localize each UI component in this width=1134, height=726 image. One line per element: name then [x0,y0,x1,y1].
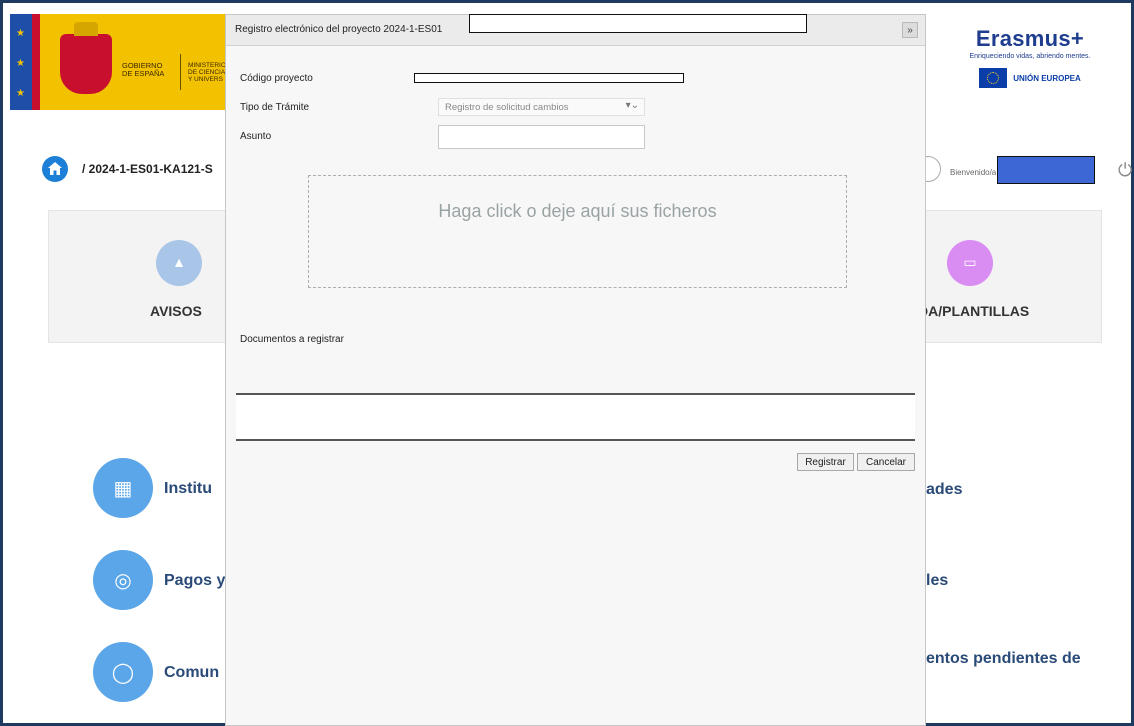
chat-icon[interactable]: ◯ [93,642,153,702]
star-icon: ★ [16,88,25,99]
building-icon[interactable]: ▦ [93,458,153,518]
tile-avisos[interactable]: AVISOS [150,303,202,319]
tramite-label: Tipo de Trámite [240,102,310,113]
user-name-redacted [997,156,1095,184]
star-icon: ★ [16,58,25,69]
ministry-text: Ministerio de Ciencia y Univers [188,62,226,83]
menu-item-pagos[interactable]: Pagos y [164,572,225,590]
codigo-value-redacted [414,73,684,83]
welcome-text: Bienvenido/a [950,168,997,177]
asunto-input[interactable] [438,125,645,149]
menu-item-comunicaciones[interactable]: Comun [164,664,219,682]
breadcrumb[interactable]: / 2024-1-ES01-KA121-S [82,162,213,176]
tramite-select-value: Registro de solicitud cambios [445,102,569,113]
eu-label: UNIÓN EUROPEA [1013,73,1081,83]
asunto-label: Asunto [240,131,272,142]
menu-item-instituciones[interactable]: Institu [164,480,212,498]
folder-icon[interactable]: ▭ [947,240,993,286]
ministry-line1: Ministerio [188,62,226,69]
gov-logo-text: Gobierno de España [122,62,164,78]
tile-plantillas[interactable]: DA/PLANTILLAS [918,303,1029,319]
power-icon[interactable]: ⏻ [1118,160,1132,181]
register-button[interactable]: Registrar [797,453,854,471]
tramite-select[interactable]: Registro de solicitud cambios ▾⌄ [438,98,645,116]
coat-of-arms-icon [60,22,112,94]
codigo-label: Código proyecto [240,73,313,84]
erasmus-logo: Erasmus+ Enriqueciendo vidas, abriendo m… [952,26,1108,88]
erasmus-tagline: Enriqueciendo vidas, abriendo mentes. [969,53,1091,60]
dropzone-text: Haga click o deje aquí sus ficheros [438,201,717,221]
menu-item-right-2[interactable]: les [926,572,948,590]
home-icon [48,162,62,175]
star-icon: ★ [16,28,25,39]
dialog-close-button[interactable]: » [902,22,918,38]
registration-dialog: Registro electrónico del proyecto 2024-1… [225,14,926,726]
dialog-title: Registro electrónico del proyecto 2024-1… [235,24,443,35]
logo-divider [180,54,181,90]
documents-label: Documentos a registrar [240,334,344,345]
title-redacted [469,14,807,33]
bell-icon[interactable]: ▲ [156,240,202,286]
coins-icon[interactable]: ◎ [93,550,153,610]
menu-item-right-3[interactable]: entos pendientes de [926,650,1081,668]
ministry-line2: de Ciencia [188,69,226,76]
flag-stripe: ★ ★ ★ [10,14,32,110]
eu-badge: UNIÓN EUROPEA [952,68,1108,88]
erasmus-title: Erasmus+ [975,26,1085,51]
menu-item-right-1[interactable]: ades [926,481,962,499]
flag-red-band [32,14,40,110]
documents-list [236,393,915,441]
chevron-down-icon: ▾⌄ [625,100,639,111]
cancel-button[interactable]: Cancelar [857,453,915,471]
home-button[interactable] [42,156,68,182]
government-logo: ★ ★ ★ Gobierno de España Ministerio de C… [10,14,240,110]
file-dropzone[interactable]: Haga click o deje aquí sus ficheros [308,175,847,288]
ministry-line3: y Univers [188,76,223,83]
dialog-titlebar[interactable]: Registro electrónico del proyecto 2024-1… [226,14,925,46]
gov-line2: de España [122,69,165,78]
eu-flag-icon [979,68,1008,88]
